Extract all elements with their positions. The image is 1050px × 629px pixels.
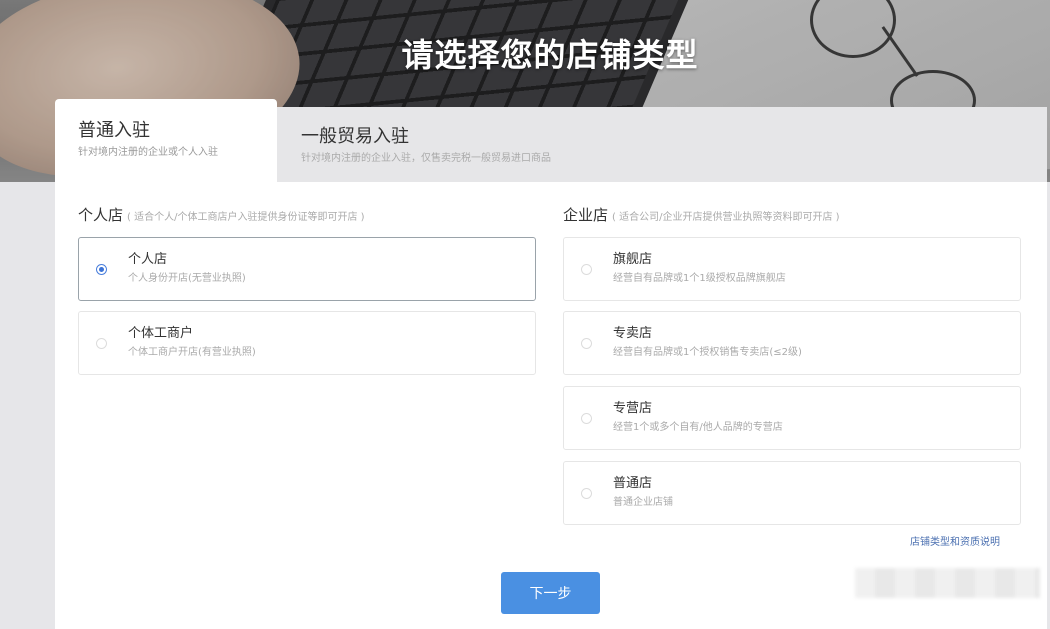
radio-button[interactable]: [96, 338, 107, 349]
option-title: 专卖店: [613, 326, 653, 341]
store-type-help-link[interactable]: 店铺类型和资质说明: [910, 533, 1000, 548]
radio-button[interactable]: [581, 338, 592, 349]
blurred-watermark: [855, 568, 1040, 598]
radio-button[interactable]: [96, 264, 107, 275]
option-ordinary-store[interactable]: 普通店 普通企业店铺: [563, 461, 1021, 525]
section-heading: 企业店: [563, 206, 609, 224]
option-title: 个人店: [128, 252, 168, 267]
option-title: 个体工商户: [128, 326, 194, 341]
tab-general-trade-entry[interactable]: 一般贸易入驻 针对境内注册的企业入驻，仅售卖完税一般贸易进口商品: [277, 107, 1047, 182]
option-title: 旗舰店: [613, 252, 653, 267]
option-description: 经营1个或多个自有/他人品牌的专营店: [613, 422, 783, 433]
option-description: 个体工商户开店(有营业执照): [128, 347, 256, 358]
next-step-button[interactable]: 下一步: [501, 572, 600, 614]
store-type-panel: 普通入驻 针对境内注册的企业或个人入驻 一般贸易入驻 针对境内注册的企业入驻，仅…: [55, 99, 1047, 629]
tab-title: 普通入驻: [78, 120, 150, 141]
section-heading: 个人店: [78, 206, 124, 224]
radio-button[interactable]: [581, 413, 592, 424]
section-header: 个人店( 适合个人/个体工商店户入驻提供身份证等即可开店 ): [78, 205, 538, 225]
entry-tabs: 普通入驻 针对境内注册的企业或个人入驻 一般贸易入驻 针对境内注册的企业入驻，仅…: [55, 99, 1047, 182]
tab-normal-entry[interactable]: 普通入驻 针对境内注册的企业或个人入驻: [55, 99, 277, 182]
section-note: ( 适合公司/企业开店提供营业执照等资料即可开店 ): [612, 212, 840, 223]
radio-button[interactable]: [581, 264, 592, 275]
option-flagship-store[interactable]: 旗舰店 经营自有品牌或1个1级授权品牌旗舰店: [563, 237, 1021, 301]
tab-title: 一般贸易入驻: [301, 126, 409, 147]
option-individual-business[interactable]: 个体工商户 个体工商户开店(有营业执照): [78, 311, 536, 375]
option-description: 经营自有品牌或1个1级授权品牌旗舰店: [613, 273, 786, 284]
option-title: 普通店: [613, 476, 653, 491]
option-personal-store[interactable]: 个人店 个人身份开店(无营业执照): [78, 237, 536, 301]
section-header: 企业店( 适合公司/企业开店提供营业执照等资料即可开店 ): [563, 205, 1023, 225]
page-title: 请选择您的店铺类型: [401, 36, 699, 74]
option-specialty-store[interactable]: 专营店 经营1个或多个自有/他人品牌的专营店: [563, 386, 1021, 450]
enterprise-store-section: 企业店( 适合公司/企业开店提供营业执照等资料即可开店 ) 旗舰店 经营自有品牌…: [563, 205, 1023, 525]
personal-store-section: 个人店( 适合个人/个体工商店户入驻提供身份证等即可开店 ) 个人店 个人身份开…: [78, 205, 538, 375]
option-description: 经营自有品牌或1个授权销售专卖店(≤2级): [613, 347, 802, 358]
tab-subtitle: 针对境内注册的企业或个人入驻: [78, 147, 218, 158]
option-exclusive-store[interactable]: 专卖店 经营自有品牌或1个授权销售专卖店(≤2级): [563, 311, 1021, 375]
option-description: 个人身份开店(无营业执照): [128, 273, 246, 284]
section-note: ( 适合个人/个体工商店户入驻提供身份证等即可开店 ): [127, 212, 365, 223]
option-title: 专营店: [613, 401, 653, 416]
radio-button[interactable]: [581, 488, 592, 499]
option-description: 普通企业店铺: [613, 497, 673, 508]
tab-subtitle: 针对境内注册的企业入驻，仅售卖完税一般贸易进口商品: [301, 153, 551, 164]
